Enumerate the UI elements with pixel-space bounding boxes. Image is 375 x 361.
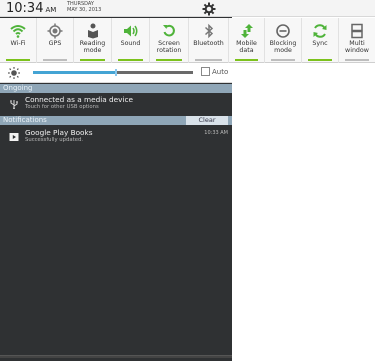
brightness-slider[interactable] [33, 69, 193, 76]
brightness-icon [8, 67, 20, 79]
toggle-reading-mode-indicator [80, 59, 105, 61]
toggle-mobile-data-label: Mobile data [236, 40, 257, 54]
toggle-sound-label: Sound [120, 40, 141, 47]
gear-icon [202, 2, 216, 16]
blocking-mode-icon [276, 24, 290, 38]
play-books-title: Google Play Books [25, 128, 93, 137]
toggle-screen-rotation[interactable]: Screen rotation [150, 18, 189, 63]
play-books-timestamp: 10:33 AM [204, 130, 228, 136]
reading-mode-icon [87, 23, 98, 39]
settings-button[interactable] [202, 1, 216, 16]
toggle-blocking-mode-indicator [271, 59, 295, 61]
toggle-multi-window[interactable]: Multi window [339, 18, 375, 63]
toggle-wifi-label: Wi-Fi [10, 40, 26, 47]
toggle-mobile-data[interactable]: Mobile data [229, 18, 265, 63]
toggle-mobile-data-indicator [235, 59, 258, 61]
screen-rotation-icon [163, 24, 175, 37]
toggle-bluetooth-label: Bluetooth [193, 40, 224, 47]
clear-button[interactable]: Clear [186, 116, 228, 125]
toggle-sync[interactable]: Sync [302, 18, 339, 63]
status-header: 10:34 AM THURSDAY MAY 30, 2013 [0, 0, 375, 17]
usb-icon [10, 100, 18, 109]
brightness-slider-fill [33, 71, 117, 74]
brightness-row: Auto [0, 63, 232, 83]
date-display: THURSDAY MAY 30, 2013 [67, 1, 101, 13]
toggle-sync-indicator [308, 59, 332, 61]
toggle-screen-rotation-label: Screen rotation [156, 40, 182, 54]
play-books-subtitle: Successfully updated. [25, 137, 84, 143]
toggle-gps-label: GPS [48, 40, 62, 47]
panel-drag-handle[interactable] [0, 355, 232, 358]
clock: 10:34 AM [6, 1, 56, 16]
multi-window-icon [351, 23, 363, 39]
brightness-slider-thumb[interactable] [115, 69, 118, 76]
toggle-screen-rotation-indicator [156, 59, 182, 61]
wifi-icon [10, 25, 26, 38]
toggle-bluetooth-indicator [195, 59, 222, 61]
toggle-wifi[interactable]: Wi-Fi [0, 18, 37, 63]
toggle-sync-label: Sync [312, 40, 328, 47]
bluetooth-icon [204, 23, 213, 39]
toggle-gps-indicator [43, 59, 67, 61]
clock-ampm: AM [45, 6, 57, 14]
toggle-sound[interactable]: Sound [112, 18, 150, 63]
date-label: MAY 30, 2013 [67, 7, 102, 13]
toggle-multi-window-label: Multi window [345, 40, 369, 54]
sync-icon [313, 24, 327, 38]
toggle-sound-indicator [118, 59, 143, 61]
mobile-data-icon [240, 24, 253, 38]
checkbox-icon [201, 67, 210, 76]
ongoing-header-label: Ongoing [3, 84, 33, 92]
usb-notification-title: Connected as a media device [25, 95, 134, 104]
quick-settings-row: Wi-Fi GPS Reading mode Sound Screen rota… [0, 18, 375, 63]
toggle-blocking-mode[interactable]: Blocking mode [265, 18, 302, 63]
usb-notification-subtitle: Touch for other USB options [25, 104, 99, 110]
toggle-reading-mode-label: Reading mode [79, 40, 106, 54]
clock-time: 10:34 [6, 1, 44, 16]
toggle-wifi-indicator [6, 59, 30, 61]
toggle-multi-window-indicator [345, 59, 369, 61]
usb-connection-notification[interactable]: Connected as a media device Touch for ot… [0, 95, 232, 115]
sound-icon [123, 25, 137, 37]
toggle-blocking-mode-label: Blocking mode [269, 40, 297, 54]
toggle-reading-mode[interactable]: Reading mode [74, 18, 112, 63]
notifications-section-header: Notifications Clear [0, 116, 232, 125]
gps-icon [47, 23, 63, 39]
ongoing-section-header: Ongoing [0, 84, 232, 93]
play-books-icon [9, 133, 19, 141]
notifications-header-label: Notifications [3, 116, 47, 124]
play-books-notification[interactable]: Google Play Books Successfully updated. … [0, 128, 232, 148]
toggle-bluetooth[interactable]: Bluetooth [189, 18, 229, 63]
auto-brightness-checkbox[interactable]: Auto [201, 67, 228, 76]
toggle-gps[interactable]: GPS [37, 18, 74, 63]
auto-brightness-label: Auto [212, 68, 229, 76]
